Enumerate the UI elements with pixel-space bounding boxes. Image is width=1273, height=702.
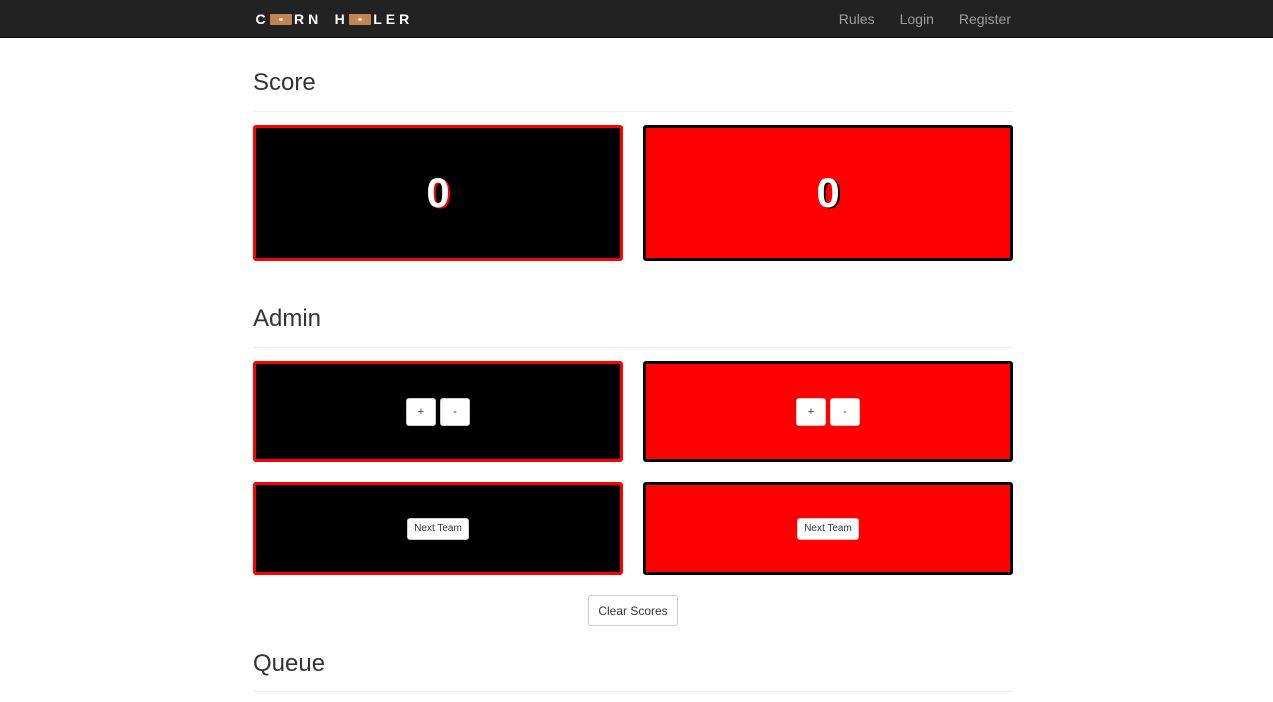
score-value-black: 0	[426, 169, 450, 216]
next-team-black-button[interactable]: Next Team	[407, 517, 469, 540]
score-panel-black: 0	[253, 125, 623, 261]
cornhole-board-icon	[349, 13, 372, 25]
admin-panel-black: + -	[253, 361, 623, 462]
next-team-panel-black: Next Team	[253, 482, 623, 575]
nav-link-login[interactable]: Login	[900, 11, 934, 27]
admin-panel-red: + -	[643, 361, 1013, 462]
admin-heading: Admin	[253, 305, 322, 332]
increment-black-button[interactable]: +	[406, 397, 436, 426]
next-team-panel-red: Next Team	[643, 482, 1013, 575]
score-value-red: 0	[816, 169, 840, 216]
cornhole-board-icon	[270, 13, 292, 25]
next-team-red-button[interactable]: Next Team	[797, 517, 859, 540]
decrement-black-button[interactable]: -	[440, 397, 470, 426]
brand-letter: H	[334, 11, 345, 27]
brand-logo[interactable]: C RN H LER	[253, 10, 413, 28]
brand-letter: C	[255, 11, 266, 27]
clear-scores-button[interactable]: Clear Scores	[588, 595, 678, 626]
decrement-red-button[interactable]: -	[830, 397, 860, 426]
brand-letters: RN	[294, 11, 323, 27]
score-divider	[253, 111, 1013, 112]
nav-links: Rules Login Register	[814, 0, 1011, 37]
admin-divider	[253, 347, 1013, 348]
nav-link-rules[interactable]: Rules	[839, 11, 875, 27]
navbar: C RN H LER Rules Login Register	[0, 0, 1273, 38]
queue-divider	[253, 691, 1013, 692]
nav-link-register[interactable]: Register	[959, 11, 1011, 27]
brand-letters: LER	[373, 11, 414, 27]
queue-heading: Queue	[253, 650, 326, 677]
score-heading: Score	[253, 69, 316, 96]
score-panel-red: 0	[643, 125, 1013, 261]
increment-red-button[interactable]: +	[796, 397, 826, 426]
